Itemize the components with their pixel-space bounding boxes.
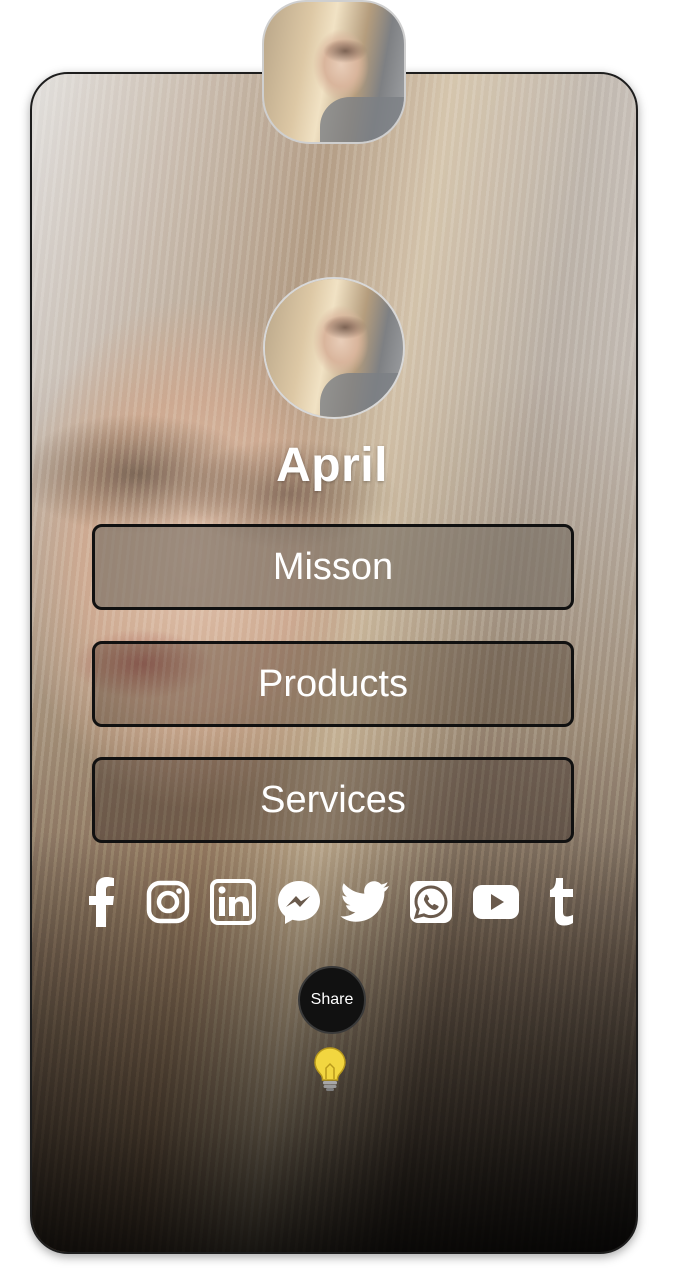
lightbulb-icon[interactable]: [312, 1046, 348, 1092]
page: April Misson Products Services Share: [0, 0, 689, 1271]
services-button[interactable]: Services: [92, 757, 574, 843]
youtube-icon[interactable]: [468, 874, 524, 930]
twitter-icon[interactable]: [337, 874, 393, 930]
mission-button[interactable]: Misson: [92, 524, 574, 610]
instagram-icon[interactable]: [140, 874, 196, 930]
tumblr-icon[interactable]: [534, 874, 590, 930]
share-button[interactable]: Share: [298, 966, 366, 1034]
whatsapp-icon[interactable]: [403, 874, 459, 930]
social-links: [74, 874, 590, 930]
header-avatar[interactable]: [262, 0, 406, 144]
linkedin-icon[interactable]: [205, 874, 261, 930]
profile-avatar[interactable]: [263, 277, 405, 419]
facebook-icon[interactable]: [74, 874, 130, 930]
profile-name: April: [276, 439, 388, 492]
messenger-icon[interactable]: [271, 874, 327, 930]
products-button[interactable]: Products: [92, 641, 574, 727]
